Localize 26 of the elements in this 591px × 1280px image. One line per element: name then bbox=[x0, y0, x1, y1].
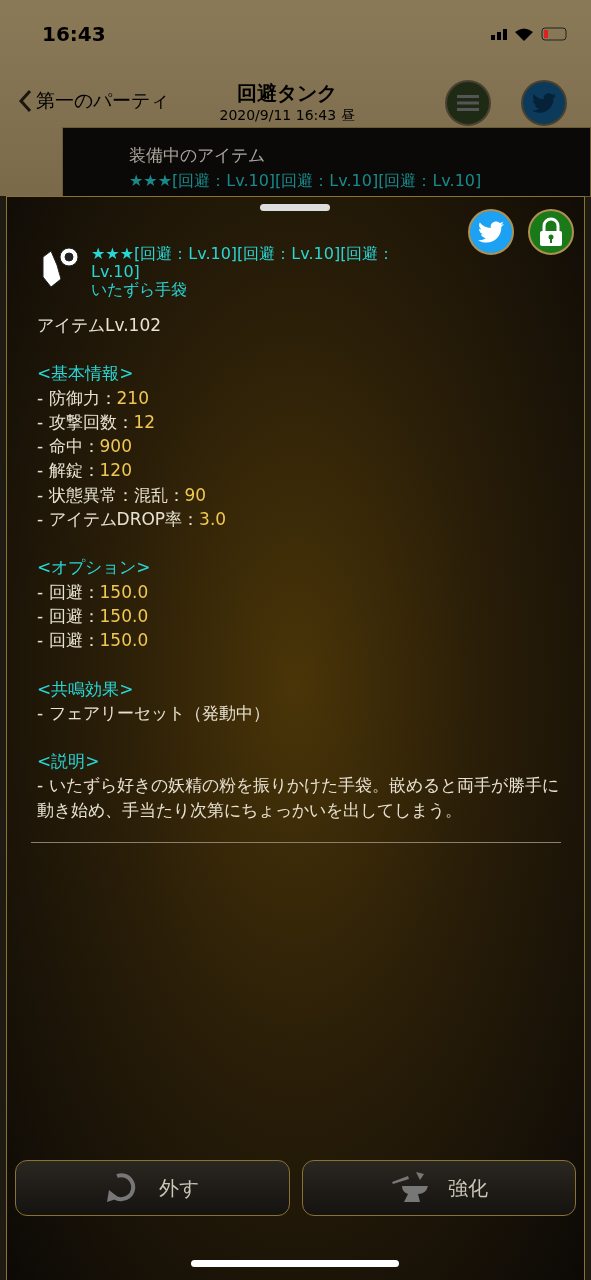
section-title: <オプション> bbox=[37, 556, 152, 580]
stat-line: - 防御力：210 bbox=[37, 386, 150, 410]
stat-line: - 回避：150.0 bbox=[37, 629, 150, 653]
screen-subtitle: 2020/9/11 16:43 昼 bbox=[219, 107, 355, 125]
card-heading: 装備中のアイテム bbox=[129, 144, 266, 167]
stat-line: - 回避：150.0 bbox=[37, 580, 150, 604]
item-name: いたずら手袋 bbox=[91, 281, 188, 299]
item-level: アイテムLv.102 bbox=[37, 314, 163, 337]
screen-title: 回避タンク bbox=[237, 80, 337, 107]
item-options: ★★★[回避：Lv.10][回避：Lv.10][回避：Lv.10] bbox=[91, 245, 431, 281]
action-button[interactable]: 外す bbox=[15, 1160, 290, 1216]
back-button[interactable]: 第一のパーティ bbox=[18, 88, 169, 114]
card-options: ★★★[回避：Lv.10][回避：Lv.10][回避：Lv.10] bbox=[129, 171, 590, 192]
stat-line: - フェアリーセット（発動中） bbox=[37, 701, 271, 725]
stat-line: - アイテムDROP率：3.0 bbox=[37, 508, 228, 532]
section-title: <説明> bbox=[37, 750, 101, 774]
stat-line: - 攻撃回数：12 bbox=[37, 410, 157, 434]
section-title: <共鳴効果> bbox=[37, 677, 135, 701]
stat-line: - 状態異常：混乱：90 bbox=[37, 483, 208, 507]
stat-line: - 命中：900 bbox=[37, 435, 133, 459]
stat-line: - 回避：150.0 bbox=[37, 604, 150, 628]
status-time: 16:43 bbox=[42, 22, 106, 46]
stat-line: - 解錠：120 bbox=[37, 459, 133, 483]
stat-line: - いたずら好きの妖精の粉を振りかけた手袋。嵌めると両手が勝手に動き始め、手当たり次第にちょっかいを出してしまう。 bbox=[37, 774, 560, 822]
action-button[interactable]: 強化 bbox=[301, 1160, 576, 1216]
section-title: <基本情報> bbox=[37, 362, 135, 386]
